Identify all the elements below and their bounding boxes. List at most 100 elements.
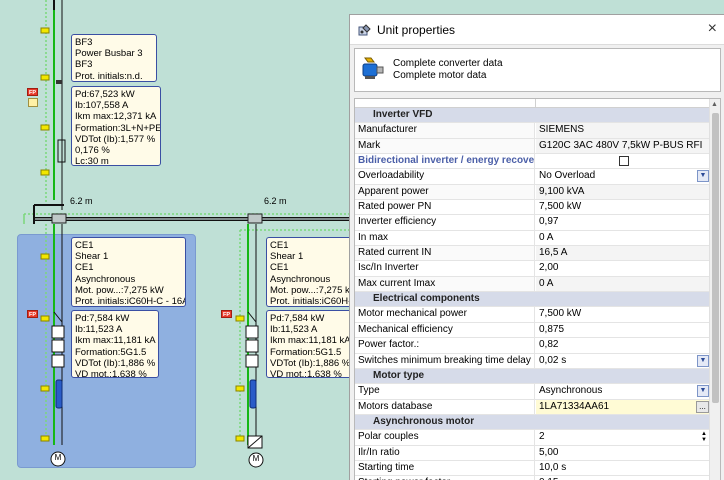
property-row-rated-power-pn[interactable]: Rated power PN 7,500 kW [355, 200, 710, 216]
property-value[interactable]: 0 A [536, 276, 710, 292]
scroll-thumb[interactable] [712, 113, 719, 403]
grid-header [355, 99, 710, 108]
unit-properties-panel[interactable]: Unit properties × Complete converter dat… [349, 14, 724, 480]
property-row-starting-time[interactable]: Starting time 10,0 s [355, 460, 710, 477]
property-row-mark[interactable]: Mark G120C 3AC 480V 7,5kW P-BUS RFI [355, 138, 710, 155]
property-label: Starting time [355, 460, 535, 476]
property-row-inverter-efficiency[interactable]: Inverter efficiency 0,97 [355, 215, 710, 231]
property-value-text: 5,00 [539, 446, 559, 458]
property-row-bidirectional-inverter-energy-recover[interactable]: Bidirectional inverter / energy recover [355, 154, 710, 170]
property-value[interactable]: 16,5 A [536, 246, 710, 261]
property-label: Mark [355, 138, 535, 154]
property-value[interactable]: 0,97 [536, 215, 710, 230]
property-label: Motor mechanical power [355, 307, 535, 322]
property-value-text: Asynchronous [539, 385, 603, 397]
motor-wizard-icon[interactable] [361, 56, 387, 84]
busbar-info-box[interactable]: BF3 Power Busbar 3 BF3 Prot. initials:n.… [71, 34, 157, 82]
panel-titlebar[interactable]: Unit properties × [350, 15, 724, 45]
property-value[interactable] [536, 154, 710, 169]
category-electrical-components[interactable]: −Electrical components [355, 292, 710, 308]
property-row-in-max[interactable]: In max 0 A [355, 230, 710, 247]
motor-symbol[interactable]: M [252, 454, 260, 463]
feeder-calc-box[interactable]: Pd:67,523 kW Ib:107,558 A Ikm max:12,371… [71, 86, 161, 166]
motor-unit-info-box[interactable]: CE1 Shear 1 CE1 Asynchronous Mot. pow...… [71, 237, 186, 307]
property-value-text: 0 A [539, 231, 554, 243]
category-label: Electrical components [355, 292, 710, 307]
fp-badge[interactable]: FP [27, 310, 38, 318]
property-grid[interactable]: −Inverter VFDManufacturer SIEMENS Mark G120… [354, 98, 721, 480]
property-row-motors-database[interactable]: Motors database 1LA71334AA61... [355, 399, 710, 415]
motor-symbol[interactable]: M [54, 453, 62, 462]
property-value-text: 7,500 kW [539, 308, 582, 320]
motor-unit-info-box[interactable]: CE1 Shear 1 CE1 Asynchronous Mot. pow...… [266, 237, 350, 307]
property-value-text: SIEMENS [539, 124, 585, 136]
note-icon[interactable] [28, 98, 38, 107]
property-row-manufacturer[interactable]: Manufacturer SIEMENS [355, 123, 710, 139]
property-label: In max [355, 230, 535, 246]
category-asynchronous-motor[interactable]: −Asynchronous motor [355, 414, 710, 431]
fp-badge[interactable]: FP [27, 88, 38, 96]
property-value-text: 9,100 kVA [539, 185, 585, 197]
property-value[interactable]: 0,875 [536, 322, 710, 338]
property-value-text: 2,00 [539, 262, 559, 274]
property-value[interactable]: 9,100 kVA [536, 184, 710, 200]
property-value[interactable]: 0,02 s ▼ [536, 353, 710, 368]
property-label: Power factor.: [355, 338, 535, 353]
dropdown-arrow-icon[interactable]: ▼ [697, 385, 709, 398]
property-label: Switches minimum breaking time delay [355, 353, 535, 368]
property-row-switches-minimum-breaking-time-delay[interactable]: Switches minimum breaking time delay 0,02… [355, 353, 710, 369]
spin-buttons-icon[interactable]: ▲ ▼ [699, 431, 709, 443]
complete-motor-data-link[interactable]: Complete motor data [393, 70, 486, 81]
property-row-type[interactable]: Type Asynchronous ▼ [355, 384, 710, 400]
category-label: Motor type [355, 368, 710, 384]
property-row-rated-current-in[interactable]: Rated current IN 16,5 A [355, 246, 710, 262]
property-value[interactable]: G120C 3AC 480V 7,5kW P-BUS RFI [536, 138, 710, 154]
category-inverter-vfd[interactable]: −Inverter VFD [355, 108, 710, 124]
property-row-starting-power-factor[interactable]: Starting power factor0,15 [355, 476, 710, 480]
property-row-max-current-imax[interactable]: Max current Imax 0 A [355, 276, 710, 293]
property-value[interactable]: 0,15 [536, 476, 710, 480]
property-row-polar-couples[interactable]: Polar couples 2 ▲ ▼ [355, 430, 710, 446]
property-row-apparent-power[interactable]: Apparent power 9,100 kVA [355, 184, 710, 201]
checkbox[interactable] [619, 156, 629, 167]
property-value[interactable]: Asynchronous ▼ [536, 384, 710, 399]
property-value[interactable]: 1LA71334AA61... [536, 399, 710, 414]
property-row-power-factor[interactable]: Power factor.: 0,82 [355, 338, 710, 354]
property-label: Polar couples [355, 430, 535, 445]
property-row-ilr-in-ratio[interactable]: Ilr/In ratio 5,00 [355, 445, 710, 461]
vertical-scrollbar[interactable]: ▲ [709, 99, 720, 480]
property-value-text: 1LA71334AA61 [539, 400, 610, 412]
property-value[interactable]: 2,00 [536, 261, 710, 276]
schematic-canvas[interactable]: FP FP FP 6.2 m 6.2 m BF3 Power Busbar 3 … [0, 0, 350, 480]
category-motor-type[interactable]: −Motor type [355, 368, 710, 385]
property-value[interactable]: 5,00 [536, 445, 710, 460]
property-value[interactable]: 2 ▲ ▼ [536, 430, 710, 445]
property-label: Motors database [355, 399, 535, 414]
dropdown-arrow-icon[interactable]: ▼ [697, 170, 709, 183]
category-label: Inverter VFD [355, 108, 710, 123]
property-value[interactable]: 10,0 s [536, 460, 710, 476]
property-value[interactable]: 0 A [536, 230, 710, 246]
motor-unit-calc-box[interactable]: Pd:7,584 kW Ib:11,523 A Ikm max:11,181 k… [266, 310, 350, 378]
property-value[interactable]: SIEMENS [536, 123, 710, 138]
property-label: Ilr/In ratio [355, 445, 535, 460]
property-label: Bidirectional inverter / energy recover [355, 154, 535, 169]
property-label: Overloadability [355, 169, 535, 184]
property-label: Rated power PN [355, 200, 535, 215]
property-row-overloadability[interactable]: Overloadability No Overload ▼ [355, 169, 710, 185]
scroll-up-icon[interactable]: ▲ [711, 101, 718, 108]
property-row-motor-mechanical-power[interactable]: Motor mechanical power 7,500 kW [355, 307, 710, 323]
property-value[interactable]: 7,500 kW [536, 200, 710, 215]
motor-unit-calc-box[interactable]: Pd:7,584 kW Ib:11,523 A Ikm max:11,181 k… [71, 310, 159, 378]
close-icon[interactable]: × [708, 19, 717, 39]
property-value[interactable]: 7,500 kW [536, 307, 710, 322]
fp-badge[interactable]: FP [221, 310, 232, 318]
property-row-mechanical-efficiency[interactable]: Mechanical efficiency 0,875 [355, 322, 710, 339]
panel-title: Unit properties [377, 23, 456, 37]
property-value[interactable]: No Overload ▼ [536, 169, 710, 184]
property-row-isc-in-inverter[interactable]: Isc/In Inverter 2,00 [355, 261, 710, 277]
browse-button[interactable]: ... [696, 400, 709, 413]
property-value[interactable]: 0,82 [536, 338, 710, 353]
complete-converter-data-link[interactable]: Complete converter data [393, 58, 503, 69]
dropdown-arrow-icon[interactable]: ▼ [697, 354, 709, 367]
